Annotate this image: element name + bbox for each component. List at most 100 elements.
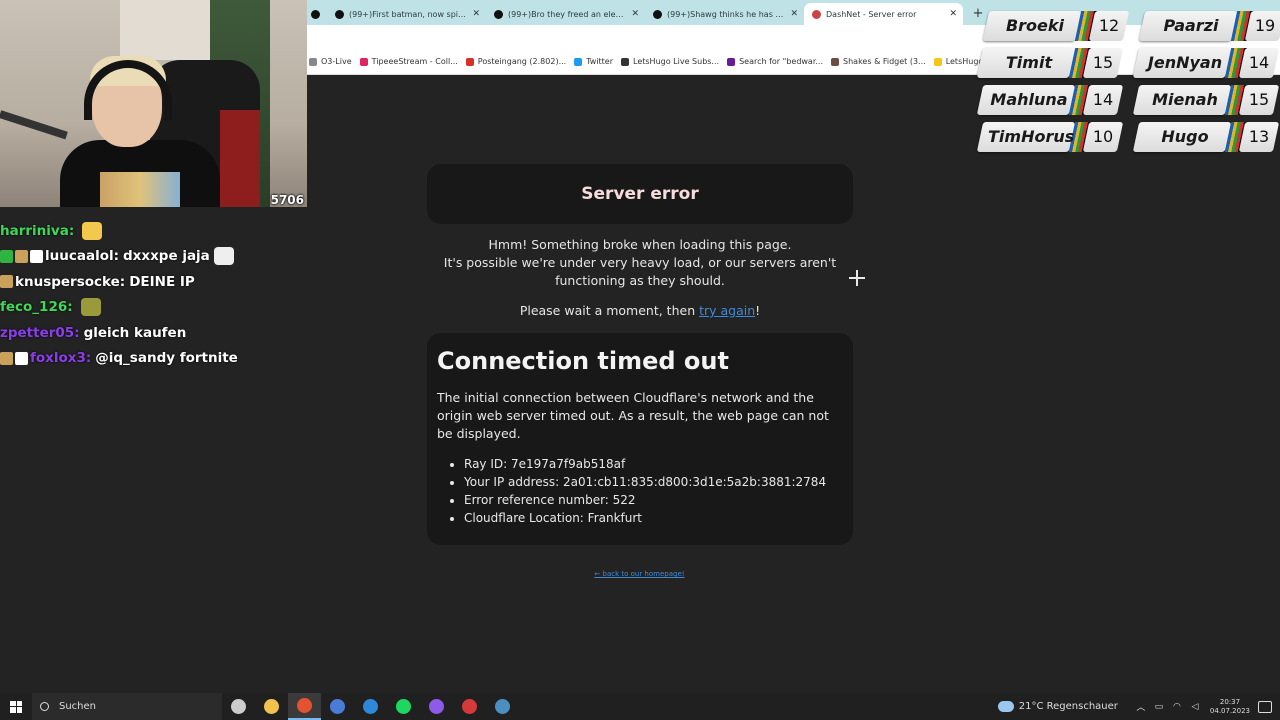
chat-username[interactable]: knuspersocke:	[15, 274, 125, 290]
system-tray: 21°C Regenschauer ︿ ▭ ◠ ◁ 20:37 04.07.20…	[997, 693, 1280, 720]
player-name: Hugo	[1161, 127, 1209, 146]
chat-message: foxlox3: @iq_sandy fortnite	[0, 346, 307, 372]
bookmark-favicon-icon	[933, 57, 942, 66]
browser-toolbar	[307, 25, 1280, 49]
chat-username[interactable]: zpetter05:	[0, 325, 80, 341]
wait-message: Please wait a moment, then try again!	[519, 303, 761, 318]
chat-badge-icon	[0, 275, 13, 289]
taskbar-app-7[interactable]	[453, 693, 486, 720]
bookmark-1[interactable]: TipeeeStream - Coll...	[359, 57, 458, 66]
player-name: JenNyan	[1147, 53, 1223, 72]
taskbar-app-0[interactable]	[222, 693, 255, 720]
player-score: 10	[1092, 127, 1114, 146]
bookmark-0[interactable]: O3-Live	[309, 57, 352, 66]
dashnet-icon	[812, 9, 821, 19]
chat-username[interactable]: foxlox3:	[30, 350, 91, 366]
task-view-icon	[231, 699, 246, 714]
taskbar-search[interactable]: Suchen	[32, 693, 222, 720]
browser-tab-1[interactable]: (99+)First batman, now spiderm ✕	[327, 3, 486, 25]
card-description: The initial connection between Cloudflar…	[437, 390, 829, 441]
tiktok-icon	[335, 9, 344, 19]
browser-icon	[330, 699, 345, 714]
bookmark-6[interactable]: Shakes & Fidget (3...	[831, 57, 926, 66]
player-name: Mahluna	[990, 90, 1068, 109]
chat-badge-icon	[0, 351, 13, 365]
windows-logo-icon	[10, 700, 22, 713]
ip-address: Your IP address: 2a01:cb11:835:d800:3d1e…	[464, 473, 843, 491]
browser-tab-0[interactable]	[307, 3, 327, 25]
taskbar-app-8[interactable]	[486, 693, 519, 720]
crosshair-cursor-icon	[849, 270, 865, 286]
bookmark-5[interactable]: Search for "bedwar...	[727, 57, 823, 66]
stream-chat: harriniva: luucaalol: dxxxpe jaja knusperso…	[0, 218, 307, 371]
volume-icon[interactable]: ◁	[1188, 693, 1202, 720]
chat-emote-icon	[213, 247, 234, 266]
chair-accent	[220, 110, 260, 207]
wall-poster	[120, 0, 210, 60]
bookmark-favicon-icon	[621, 57, 630, 66]
new-tab-button[interactable]: +	[969, 5, 987, 23]
chat-username[interactable]: feco_126:	[0, 299, 73, 315]
player-score: 15	[1092, 53, 1114, 72]
chat-badge-icon	[15, 351, 28, 365]
player-name: Broeki	[1005, 16, 1065, 35]
bookmark-3[interactable]: Twitter	[574, 57, 613, 66]
chat-badge-icon	[0, 249, 13, 263]
microphone-arm	[0, 110, 68, 140]
notification-icon[interactable]	[1258, 700, 1272, 713]
error-message: Hmm! Something broke when loading this p…	[443, 237, 837, 288]
scoreboard-entry: Timit 15	[976, 48, 1124, 78]
wifi-icon[interactable]: ◠	[1170, 693, 1184, 720]
bookmark-4[interactable]: LetsHugo Live Subs...	[621, 57, 719, 66]
player-score: 19	[1254, 16, 1276, 35]
player-name: Mienah	[1152, 90, 1218, 109]
page-title: Server error	[581, 184, 699, 204]
scoreboard-entry: Hugo 13	[1132, 122, 1280, 152]
taskbar-app-4[interactable]	[354, 693, 387, 720]
taskbar-app-3[interactable]	[321, 693, 354, 720]
close-tab-icon[interactable]: ✕	[631, 9, 639, 19]
error-page: Server error Hmm! Something broke when l…	[307, 76, 1280, 693]
browser-tab-3[interactable]: (99+)Shawg thinks he has 8 life ✕	[645, 3, 804, 25]
close-tab-icon[interactable]: ✕	[472, 9, 480, 19]
taskbar-app-5[interactable]	[387, 693, 420, 720]
chevron-up-icon[interactable]: ︿	[1134, 693, 1148, 720]
taskbar-app-2[interactable]	[288, 693, 321, 720]
chat-text: @iq_sandy fortnite	[95, 350, 238, 367]
weather-widget[interactable]: 21°C Regenschauer	[997, 701, 1118, 712]
viewer-count: 5706	[270, 193, 304, 207]
close-tab-icon[interactable]: ✕	[790, 9, 798, 19]
close-tab-icon[interactable]: ✕	[949, 9, 957, 19]
chat-username[interactable]: luucaalol:	[45, 248, 119, 264]
taskbar-clock[interactable]: 20:37 04.07.2023	[1210, 698, 1250, 716]
player-score: 15	[1248, 90, 1270, 109]
search-icon	[40, 702, 49, 711]
shirt-print	[100, 172, 180, 207]
browser-tab-2[interactable]: (99+)Bro they freed an elepha ✕	[486, 3, 645, 25]
taskbar-app-6[interactable]	[420, 693, 453, 720]
app-red-icon	[462, 699, 477, 714]
screen: (99+)First batman, now spiderm ✕ (99+)Bro …	[0, 0, 1280, 720]
steam-icon	[495, 699, 510, 714]
try-again-link[interactable]: try again	[699, 303, 755, 318]
back-to-homepage-link[interactable]: ← back to our homepage!	[307, 570, 972, 578]
chat-message: zpetter05: gleich kaufen	[0, 320, 307, 346]
bookmark-2[interactable]: Posteingang (2.802)...	[465, 57, 566, 66]
error-details-list: Ray ID: 7e197a7f9ab518af Your IP address…	[464, 455, 843, 527]
network-icon[interactable]: ▭	[1152, 693, 1166, 720]
chat-message: feco_126:	[0, 295, 307, 321]
player-score: 13	[1248, 127, 1270, 146]
player-name: TimHorus	[988, 127, 1075, 146]
browser-tab-4[interactable]: DashNet - Server error ✕	[804, 3, 963, 25]
taskbar-apps	[222, 693, 519, 720]
chat-badge-icon	[15, 249, 28, 263]
start-button[interactable]	[0, 693, 32, 720]
spotify-icon	[396, 699, 411, 714]
player-name: Paarzi	[1163, 16, 1219, 35]
player-score: 14	[1248, 53, 1270, 72]
card-title: Connection timed out	[437, 347, 729, 375]
chat-username[interactable]: harriniva:	[0, 223, 74, 239]
scoreboard-entry: Mahluna 14	[976, 85, 1124, 115]
taskbar-app-1[interactable]	[255, 693, 288, 720]
cloudflare-location: Cloudflare Location: Frankfurt	[464, 509, 843, 527]
